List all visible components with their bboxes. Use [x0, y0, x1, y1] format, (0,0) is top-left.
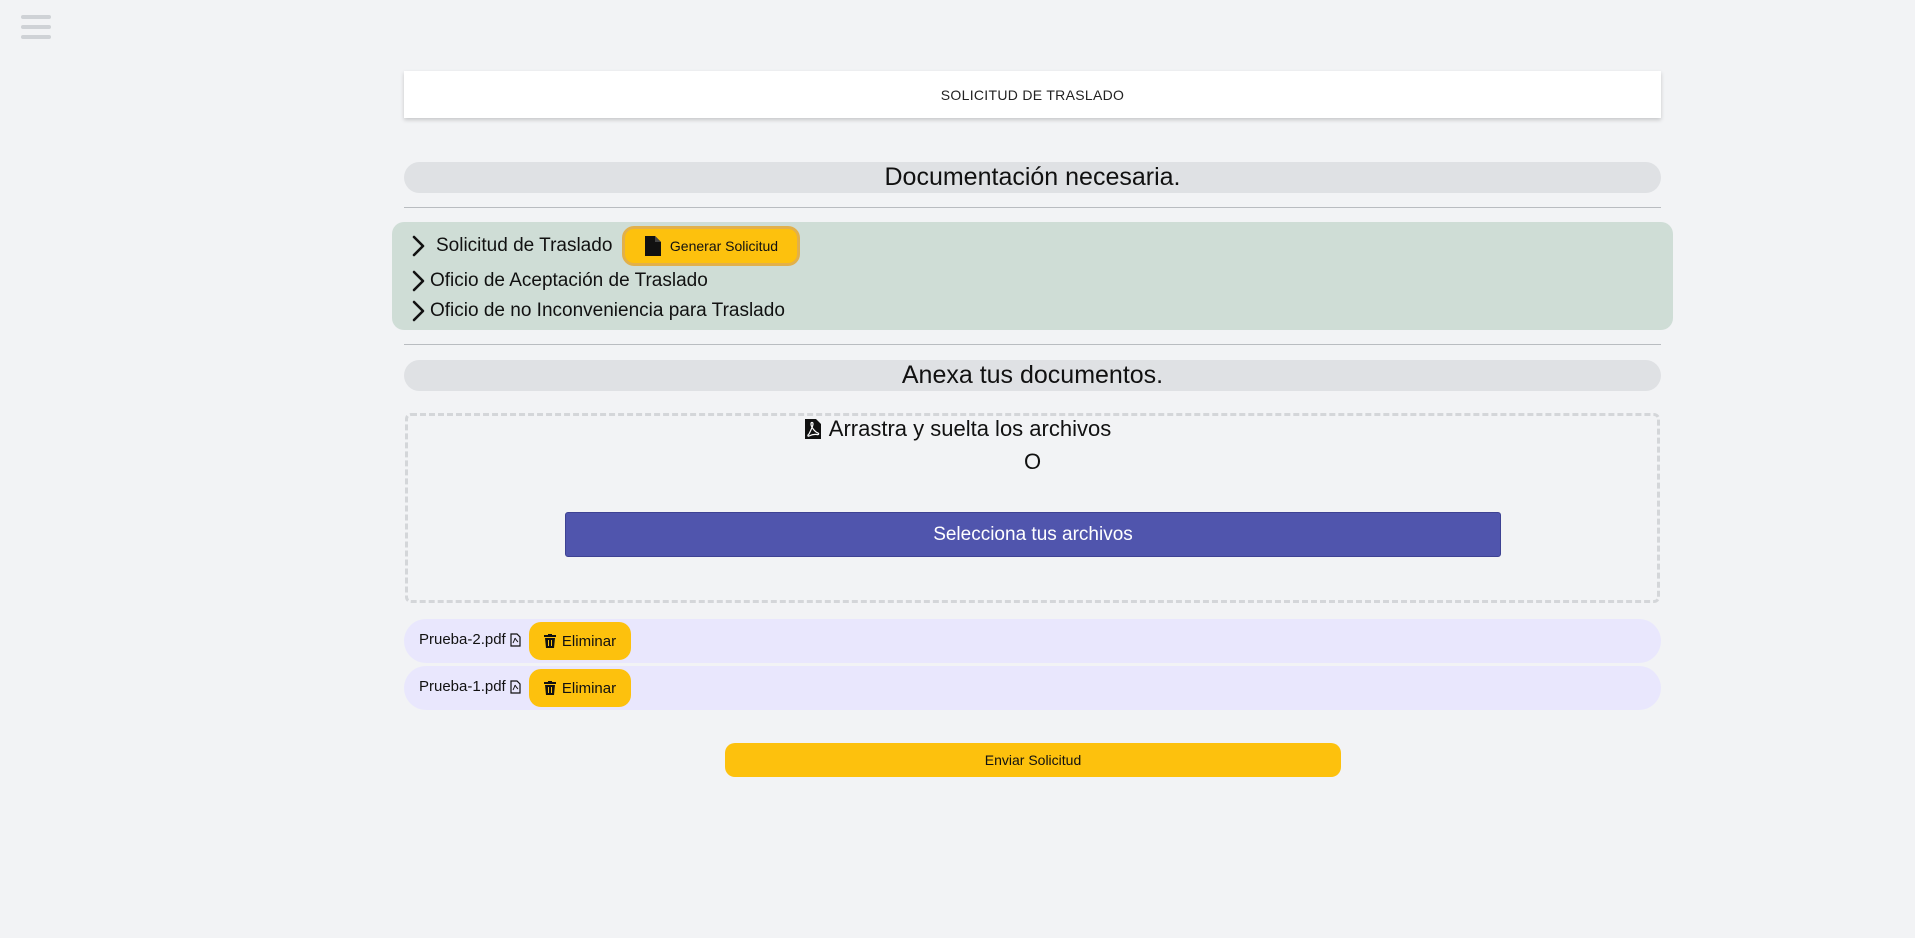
file-name-text: Prueba-2.pdf — [419, 631, 506, 648]
trash-icon — [543, 634, 556, 648]
delete-label: Eliminar — [561, 632, 617, 650]
doc-item-oficio-no-inconveniencia[interactable]: Oficio de no Inconveniencia para Traslad… — [412, 300, 785, 322]
divider — [404, 344, 1661, 345]
send-request-button[interactable]: Enviar Solicitud — [725, 743, 1341, 777]
or-separator: O — [1023, 449, 1042, 474]
attachments-title-text: Anexa tus documentos. — [901, 361, 1164, 389]
file-list-item: Prueba-1.pdf Eliminar — [404, 666, 1661, 710]
doc-item-label: Oficio de no Inconveniencia para Traslad… — [430, 300, 785, 321]
file-name: Prueba-1.pdf — [419, 678, 521, 695]
hamburger-menu-icon[interactable] — [21, 15, 51, 39]
divider — [404, 207, 1661, 208]
select-files-label: Selecciona tus archivos — [933, 523, 1133, 545]
trash-icon — [543, 681, 556, 695]
documentation-title-text: Documentación necesaria. — [884, 163, 1181, 191]
drop-text: Arrastra y suelta los archivos — [828, 416, 1112, 441]
generate-request-label: Generar Solicitud — [669, 238, 779, 254]
generate-request-button[interactable]: Generar Solicitud — [622, 226, 800, 266]
delete-file-button[interactable]: Eliminar — [529, 622, 631, 660]
file-icon — [644, 235, 662, 257]
pdf-file-icon — [804, 418, 822, 440]
chevron-right-icon — [412, 270, 426, 292]
chevron-right-icon — [412, 300, 426, 322]
chevron-right-icon — [412, 235, 426, 257]
doc-item-label: Solicitud de Traslado — [436, 235, 613, 256]
file-name-text: Prueba-1.pdf — [419, 678, 506, 695]
doc-item-oficio-aceptacion[interactable]: Oficio de Aceptación de Traslado — [412, 270, 708, 292]
drop-instructions: Arrastra y suelta los archivos — [0, 416, 1915, 442]
select-files-button[interactable]: Selecciona tus archivos — [565, 512, 1501, 557]
pdf-file-icon — [510, 632, 521, 647]
delete-label: Eliminar — [561, 679, 617, 697]
menu-bar — [21, 15, 51, 19]
page-header: SOLICITUD DE TRASLADO — [404, 71, 1661, 118]
menu-bar — [21, 25, 51, 29]
menu-bar — [21, 35, 51, 39]
documentation-section-title: Documentación necesaria. — [404, 162, 1661, 193]
delete-file-button[interactable]: Eliminar — [529, 669, 631, 707]
attachments-section-title: Anexa tus documentos. — [404, 360, 1661, 391]
pdf-file-icon — [510, 679, 521, 694]
file-list-item: Prueba-2.pdf Eliminar — [404, 619, 1661, 663]
doc-item-solicitud-traslado[interactable]: Solicitud de Traslado — [412, 235, 612, 257]
doc-item-label: Oficio de Aceptación de Traslado — [430, 270, 708, 291]
file-name: Prueba-2.pdf — [419, 631, 521, 648]
page-title: SOLICITUD DE TRASLADO — [940, 86, 1125, 103]
send-request-label: Enviar Solicitud — [984, 752, 1082, 768]
